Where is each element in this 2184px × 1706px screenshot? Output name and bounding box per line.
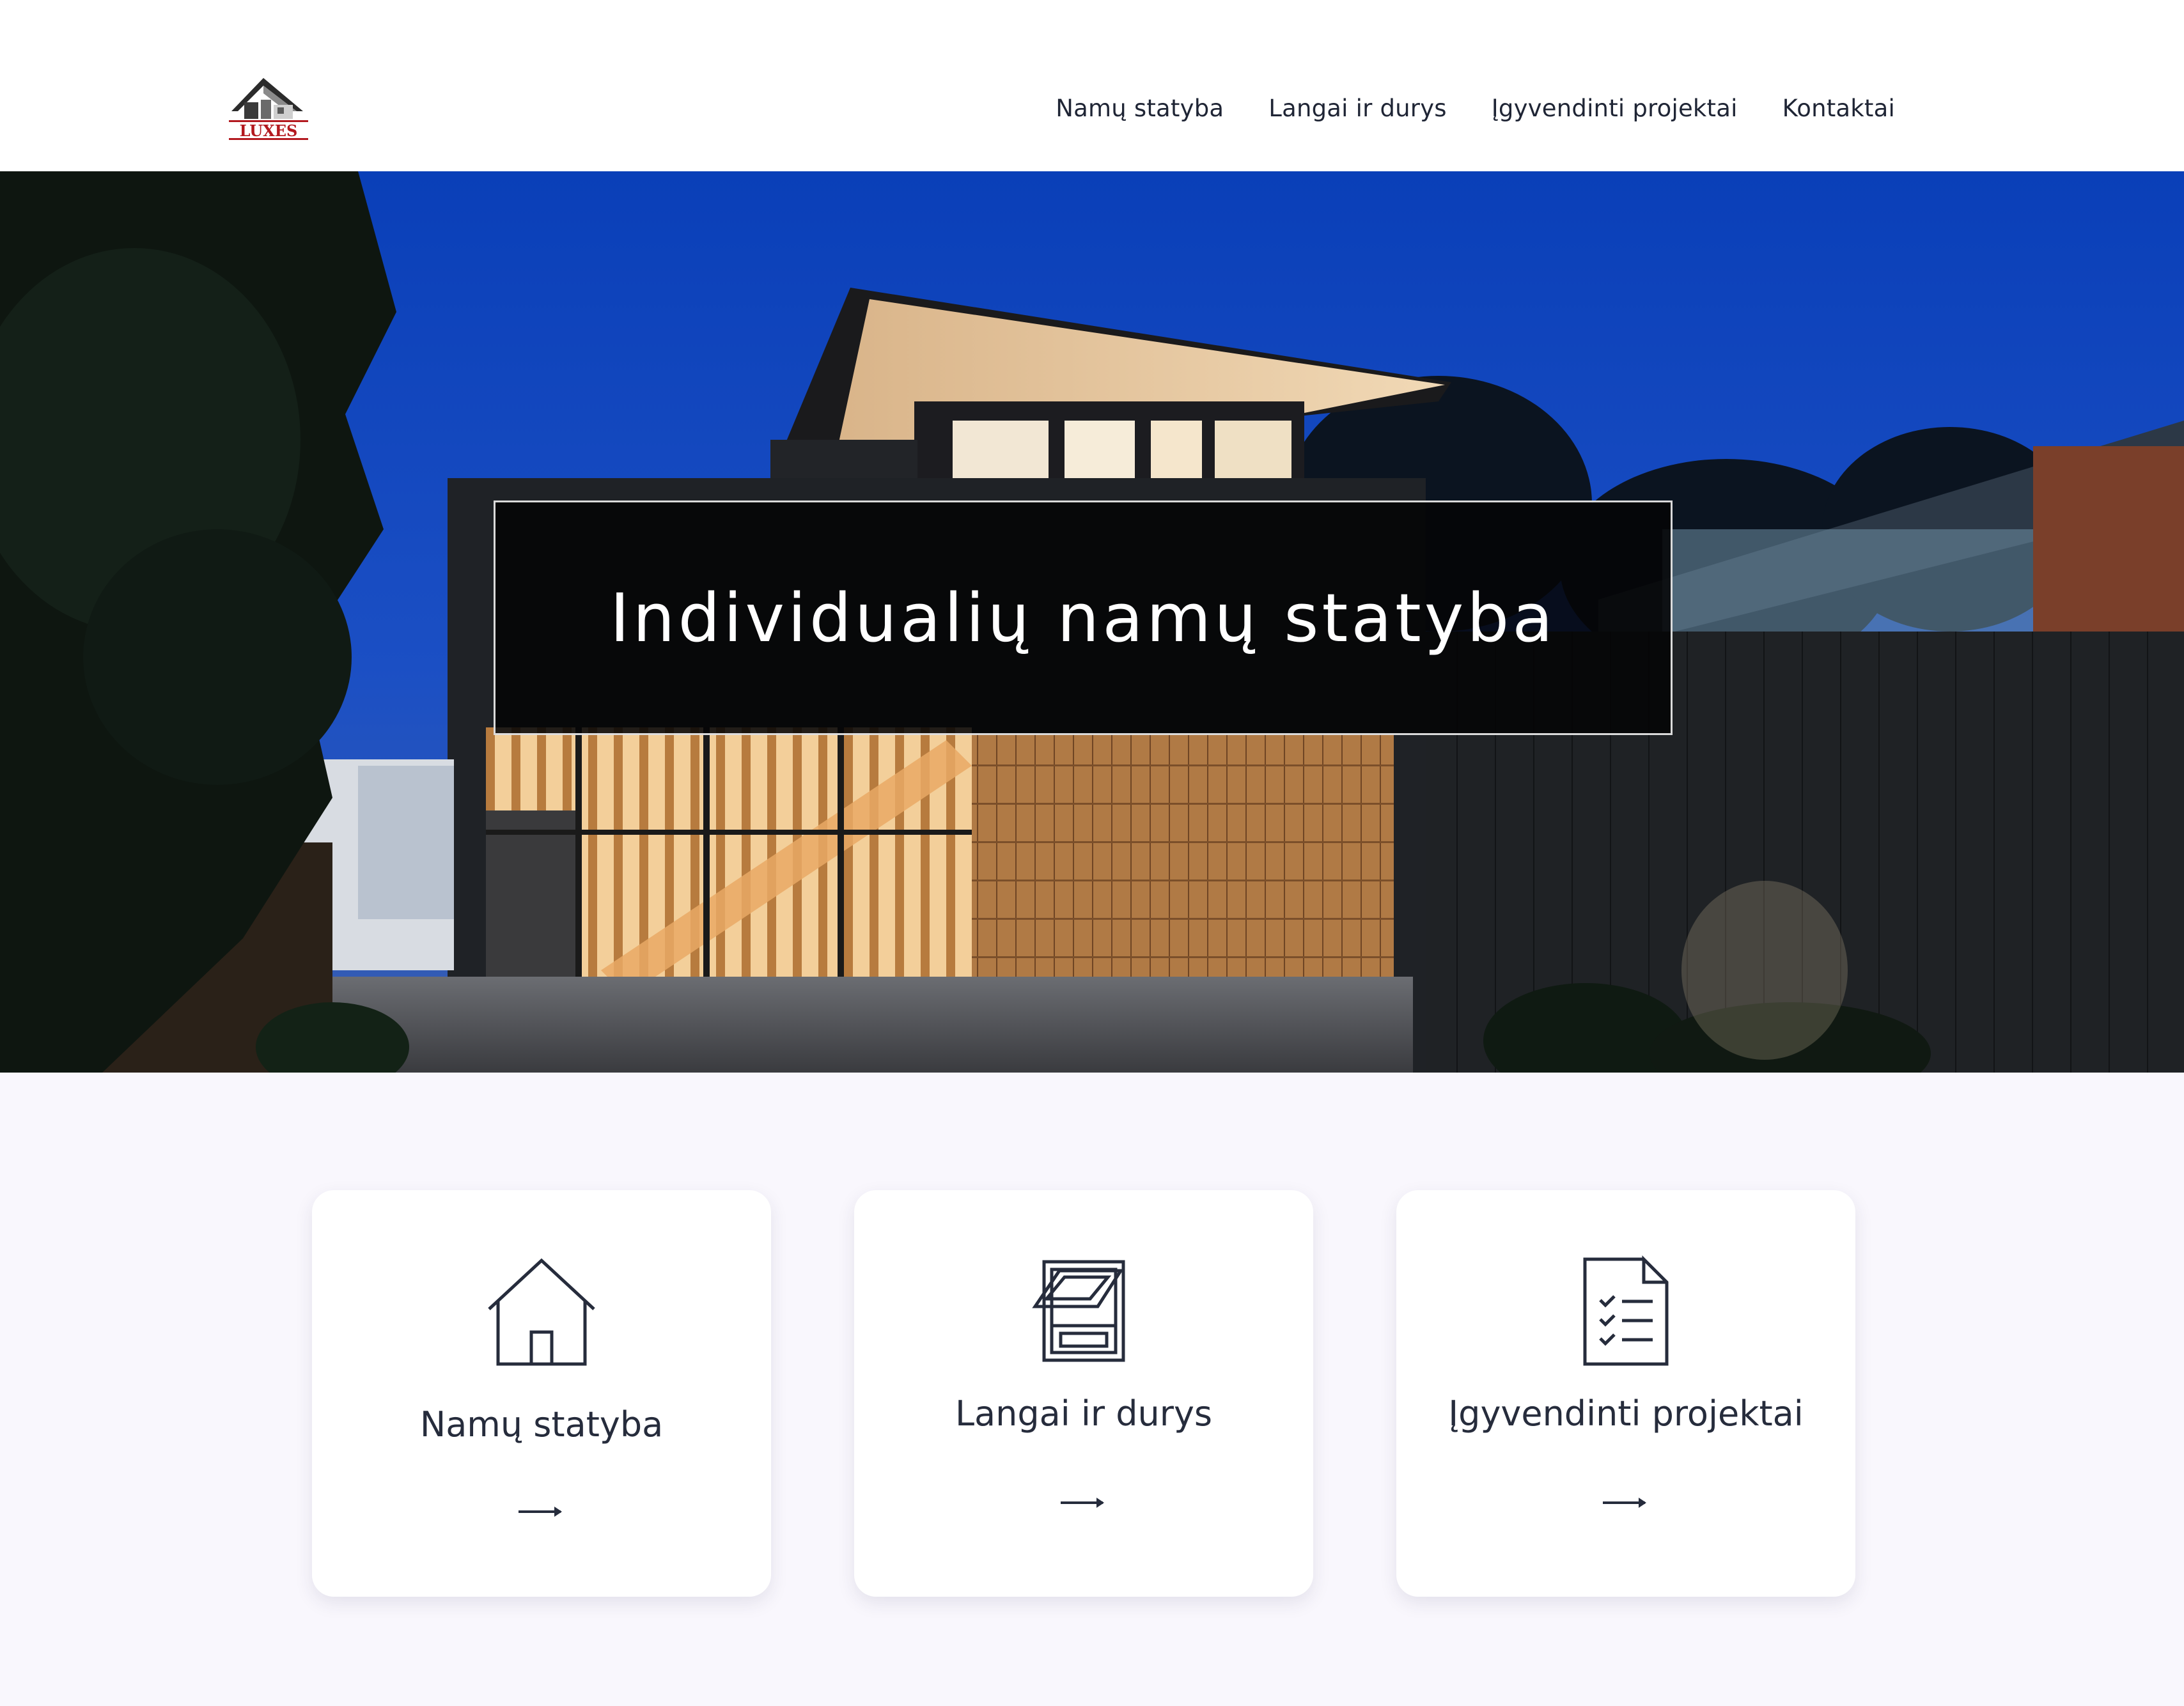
nav-item-kontaktai[interactable]: Kontaktai (1782, 95, 1895, 122)
card-langai-ir-durys[interactable]: Langai ir durys (854, 1190, 1313, 1597)
nav-item-langai-ir-durys[interactable]: Langai ir durys (1268, 95, 1447, 122)
arrow-right-icon (516, 1502, 567, 1521)
hero-title-box: Individualių namų statyba (494, 500, 1673, 735)
card-title: Įgyvendinti projektai (1448, 1393, 1804, 1434)
arrow-right-icon (1058, 1493, 1109, 1512)
card-title: Langai ir durys (955, 1393, 1213, 1434)
main-nav: Namų statyba Langai ir durys Įgyvendinti… (1056, 95, 1895, 122)
nav-item-igyvendinti-projektai[interactable]: Įgyvendinti projektai (1492, 95, 1738, 122)
house-icon (484, 1254, 599, 1369)
arrow-right-icon (1600, 1493, 1651, 1512)
card-title: Namų statyba (419, 1404, 664, 1445)
window-icon (1026, 1254, 1141, 1369)
site-header: LUXES Namų statyba Langai ir durys Įgyve… (0, 0, 2184, 171)
card-namu-statyba[interactable]: Namų statyba (312, 1190, 771, 1597)
logo[interactable]: LUXES (225, 72, 312, 142)
nav-item-namu-statyba[interactable]: Namų statyba (1056, 95, 1224, 122)
checklist-document-icon (1568, 1254, 1683, 1369)
hero-banner: Individualių namų statyba (0, 171, 2184, 1073)
svg-text:LUXES: LUXES (240, 121, 298, 140)
logo-house-icon: LUXES (229, 78, 308, 140)
hero-title: Individualių namų statyba (609, 578, 1557, 657)
card-igyvendinti-projektai[interactable]: Įgyvendinti projektai (1396, 1190, 1855, 1597)
